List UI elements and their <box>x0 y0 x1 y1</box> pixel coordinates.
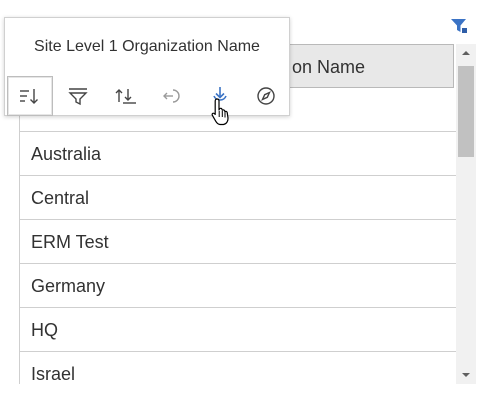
drill-up-icon <box>163 89 180 103</box>
row-value: Central <box>31 188 90 208</box>
table-row[interactable]: Germany <box>20 264 457 308</box>
filter-icon <box>68 88 88 106</box>
table-row[interactable]: Australia <box>20 132 457 176</box>
table-row[interactable]: Central <box>20 176 457 220</box>
scroll-thumb[interactable] <box>458 66 474 157</box>
table-row[interactable]: HQ <box>20 308 457 352</box>
row-value: Germany <box>31 276 106 296</box>
explore-button[interactable] <box>243 76 289 116</box>
table-row[interactable]: Israel <box>20 352 457 384</box>
popover-toolbar <box>5 76 289 116</box>
popover-title: Site Level 1 Organization Name <box>34 38 260 55</box>
sort-order-button[interactable] <box>103 76 149 116</box>
column-popover: Site Level 1 Organization Name <box>4 17 290 116</box>
row-value: Israel <box>31 364 76 384</box>
filter-applied-icon[interactable] <box>450 17 468 35</box>
arrow-down-icon <box>462 373 470 377</box>
drill-up-button[interactable] <box>149 76 195 116</box>
sort-button[interactable] <box>7 76 53 116</box>
sort-icon <box>20 89 38 104</box>
row-value: HQ <box>31 320 58 340</box>
hand-cursor-icon <box>210 97 234 127</box>
row-value: ERM Test <box>31 232 109 252</box>
row-value: Australia <box>31 144 102 164</box>
table-row[interactable]: ERM Test <box>20 220 457 264</box>
vertical-scrollbar[interactable] <box>456 44 476 384</box>
scroll-down-button[interactable] <box>456 366 476 384</box>
compass-icon <box>257 87 275 105</box>
sort-order-icon <box>115 89 136 104</box>
scroll-up-button[interactable] <box>456 44 476 62</box>
grid-rows: Africa Australia Central ERM Test German… <box>20 88 457 384</box>
column-header-label: on Name <box>292 57 366 77</box>
arrow-up-icon <box>462 51 470 55</box>
filter-button[interactable] <box>55 76 101 116</box>
